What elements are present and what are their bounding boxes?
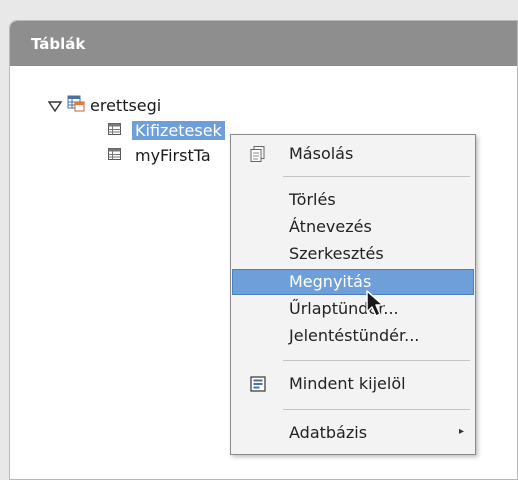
context-menu: Másolás Törlés Átnevezés Szerkesztés Meg…: [230, 134, 476, 455]
tree-item-table[interactable]: Kifizetesek: [108, 120, 225, 140]
menu-item-label: Másolás: [289, 144, 354, 163]
menu-item-edit[interactable]: Szerkesztés: [232, 241, 474, 267]
menu-item-label: Törlés: [289, 190, 336, 209]
copy-icon: [249, 145, 267, 167]
tree-label-table: myFirstTa: [135, 145, 211, 165]
menu-separator: [283, 409, 470, 410]
menu-item-copy[interactable]: Másolás: [232, 141, 474, 167]
menu-item-select-all[interactable]: Mindent kijelöl: [232, 371, 474, 397]
menu-item-label: Szerkesztés: [289, 244, 384, 263]
panel-header: Táblák: [10, 21, 517, 66]
menu-separator: [283, 176, 470, 177]
menu-item-database-submenu[interactable]: Adatbázis ▸: [232, 420, 474, 446]
menu-item-label: Mindent kijelöl: [289, 374, 406, 393]
menu-item-report-wizard[interactable]: Jelentéstündér...: [232, 323, 474, 349]
menu-item-form-wizard[interactable]: Űrlaptündér...: [232, 296, 474, 322]
expanded-triangle-icon[interactable]: [47, 98, 63, 113]
tree-item-database[interactable]: erettsegi: [47, 94, 164, 116]
tree-label-database: erettsegi: [90, 95, 162, 115]
menu-item-open[interactable]: Megnyitás: [232, 269, 474, 295]
select-all-icon: [249, 375, 267, 397]
submenu-arrow-icon: ▸: [458, 426, 464, 437]
menu-item-label: Megnyitás: [289, 272, 372, 291]
menu-item-delete[interactable]: Törlés: [232, 187, 474, 213]
tree-item-table[interactable]: myFirstTa: [108, 145, 214, 165]
tree-label-table-selected: Kifizetesek: [132, 120, 225, 140]
menu-item-label: Adatbázis: [289, 423, 368, 442]
table-icon: [108, 146, 122, 165]
mouse-pointer-icon: [366, 290, 392, 324]
menu-separator: [283, 360, 470, 361]
table-icon: [108, 121, 122, 140]
panel-title: Táblák: [31, 35, 86, 53]
database-icon: [67, 94, 85, 116]
menu-item-label: Átnevezés: [289, 217, 372, 236]
menu-item-label: Jelentéstündér...: [289, 326, 420, 345]
menu-item-rename[interactable]: Átnevezés: [232, 214, 474, 240]
